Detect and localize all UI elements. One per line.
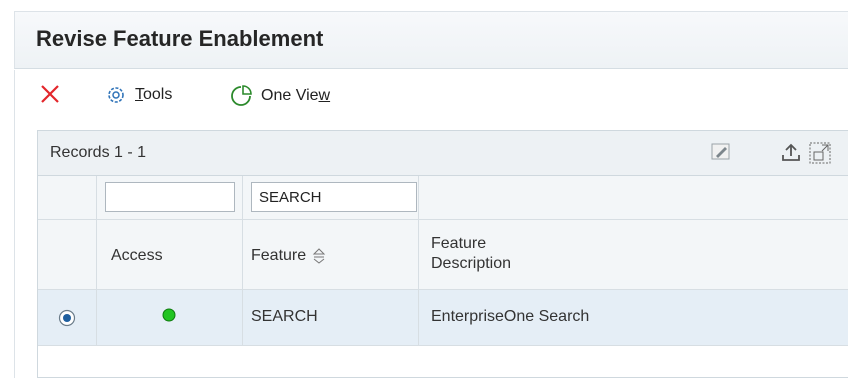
sort-icon[interactable]: [311, 248, 327, 264]
grid-container: Records 1 - 1 SEARCH Access Feature Feat…: [14, 120, 848, 378]
one-view-button[interactable]: One View: [229, 84, 330, 108]
grid-header: Records 1 - 1: [38, 131, 848, 176]
close-button[interactable]: [39, 83, 61, 105]
edit-icon: [711, 143, 730, 160]
close-icon: [41, 85, 59, 103]
description-label-line2: Description: [431, 255, 512, 272]
description-label-line1: Feature: [431, 235, 487, 252]
feature-grid: Records 1 - 1 SEARCH Access Feature Feat…: [37, 130, 848, 378]
feature-cell: SEARCH: [251, 308, 318, 325]
status-indicator-icon: [162, 308, 176, 322]
tools-label: Tools: [135, 86, 173, 103]
maximize-icon: [809, 142, 831, 164]
one-view-icon: [231, 85, 252, 106]
upload-icon: [782, 143, 800, 161]
maximize-grid-button[interactable]: [808, 141, 832, 170]
row-select-radio[interactable]: [57, 308, 77, 328]
form-toolbar: Tools One View: [14, 70, 848, 120]
export-button[interactable]: [780, 141, 802, 168]
access-column-header[interactable]: Access: [97, 220, 243, 289]
column-header-row: Access Feature Feature Description: [38, 220, 848, 290]
filter-row: [38, 176, 848, 220]
description-column-header[interactable]: Feature Description: [419, 220, 848, 289]
records-count: Records 1 - 1: [50, 144, 147, 161]
tools-button[interactable]: Tools: [105, 84, 172, 106]
description-cell: EnterpriseOne Search: [431, 308, 590, 325]
feature-filter-input[interactable]: [251, 182, 417, 212]
access-filter-input[interactable]: [105, 182, 235, 212]
table-row[interactable]: SEARCH EnterpriseOne Search: [38, 290, 848, 346]
gear-icon: [108, 87, 124, 103]
page-title: Revise Feature Enablement: [36, 26, 324, 51]
edit-grid-button[interactable]: [710, 141, 732, 168]
one-view-label: One View: [261, 87, 331, 104]
feature-column-label: Feature: [251, 247, 307, 264]
feature-column-header[interactable]: Feature: [243, 220, 419, 289]
form-title-bar: Revise Feature Enablement: [14, 11, 848, 69]
